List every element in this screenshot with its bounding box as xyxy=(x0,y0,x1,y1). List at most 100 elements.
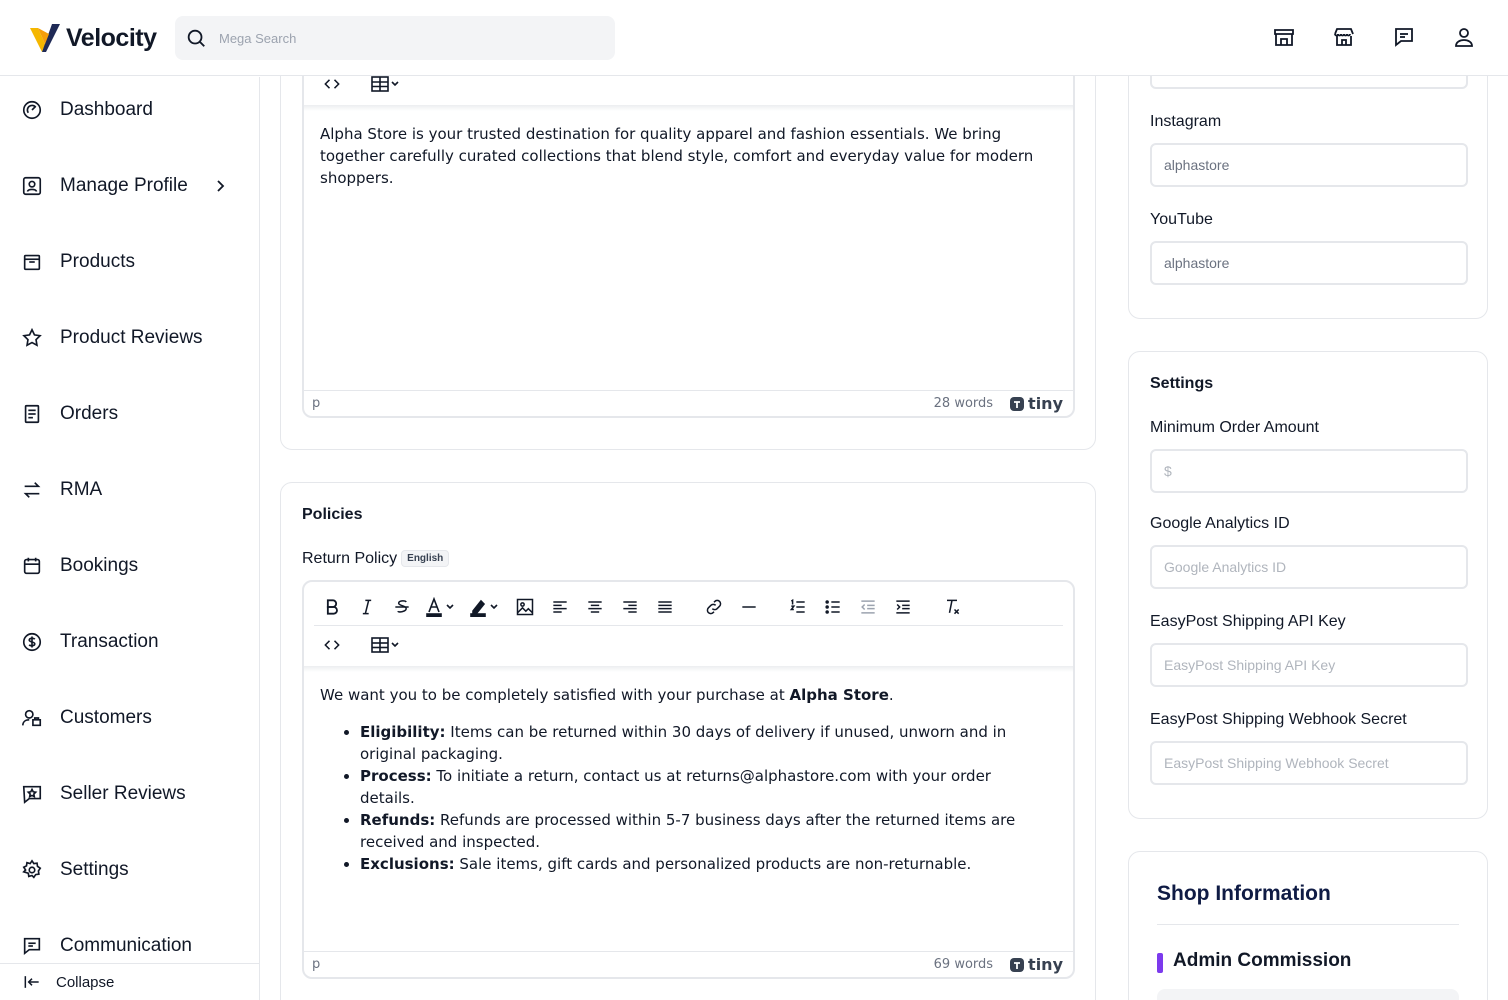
easypost-webhook-input[interactable] xyxy=(1150,741,1468,785)
store-icon[interactable] xyxy=(1272,25,1296,49)
horizontal-rule-button[interactable] xyxy=(731,592,766,622)
google-analytics-input[interactable] xyxy=(1150,545,1468,589)
sidebar-item-label: Transaction xyxy=(60,631,159,652)
sidebar-item-dashboard[interactable]: Dashboard xyxy=(0,90,259,130)
about-editor-content[interactable]: Alpha Store is your trusted destination … xyxy=(320,123,1049,189)
numbered-list-icon xyxy=(789,598,805,613)
return-policy-editor[interactable]: We want you to be completely satisfied w… xyxy=(302,580,1075,979)
strikethrough-button[interactable] xyxy=(384,592,419,622)
strikethrough-icon xyxy=(394,600,409,613)
sidebar-item-label: Products xyxy=(60,251,135,272)
sidebar: Dashboard Manage Profile Products Produc… xyxy=(0,77,260,1000)
sidebar-item-communication[interactable]: Communication xyxy=(0,926,259,966)
italic-button[interactable] xyxy=(349,592,384,622)
youtube-input[interactable] xyxy=(1150,241,1468,285)
return-policy-label: Return Policy English xyxy=(302,550,450,568)
return-policy-content[interactable]: We want you to be completely satisfied w… xyxy=(320,684,1049,875)
min-order-amount-input[interactable] xyxy=(1150,449,1468,493)
brand-logo[interactable]: Velocity xyxy=(28,22,157,54)
list-item: Eligibility: Items can be returned withi… xyxy=(360,721,1049,765)
chevron-right-icon xyxy=(217,180,225,192)
tiny-brand[interactable]: tiny xyxy=(1009,955,1063,974)
link-icon xyxy=(706,599,721,615)
orders-icon xyxy=(21,403,43,425)
sidebar-item-products[interactable]: Products xyxy=(0,242,259,282)
products-icon xyxy=(21,251,43,273)
table-icon xyxy=(371,637,399,653)
search-icon xyxy=(187,29,205,47)
profile-icon xyxy=(21,175,43,197)
tiny-logo-icon xyxy=(1010,396,1025,411)
element-path[interactable]: p xyxy=(312,396,934,411)
user-icon[interactable] xyxy=(1452,25,1476,49)
source-code-button[interactable] xyxy=(314,630,349,660)
sidebar-item-rma[interactable]: RMA xyxy=(0,470,259,510)
bullet-list-button[interactable] xyxy=(815,592,850,622)
about-editor[interactable]: Alpha Store is your trusted destination … xyxy=(302,51,1075,418)
language-badge: English xyxy=(401,550,450,567)
insert-image-button[interactable] xyxy=(507,592,542,622)
indent-icon xyxy=(895,600,910,614)
indent-button[interactable] xyxy=(885,592,920,622)
shop-icon[interactable] xyxy=(1332,25,1356,49)
align-right-icon xyxy=(622,601,637,613)
horizontal-line-icon xyxy=(741,606,756,608)
editor-statusbar: p 69 words tiny xyxy=(304,951,1073,977)
youtube-label: YouTube xyxy=(1150,211,1213,228)
sidebar-item-customers[interactable]: Customers xyxy=(0,698,259,738)
highlight-icon xyxy=(470,599,498,617)
about-card: Alpha Store is your trusted destination … xyxy=(280,40,1096,450)
sidebar-item-seller-reviews[interactable]: Seller Reviews xyxy=(0,774,259,814)
easypost-api-key-label: EasyPost Shipping API Key xyxy=(1150,613,1346,630)
sidebar-item-manage-profile[interactable]: Manage Profile xyxy=(0,166,259,206)
swap-icon xyxy=(21,479,43,501)
brand-name: Velocity xyxy=(66,23,157,52)
word-count[interactable]: 28 words xyxy=(934,396,993,411)
search-input[interactable] xyxy=(219,30,599,46)
word-count[interactable]: 69 words xyxy=(934,957,993,972)
align-center-button[interactable] xyxy=(577,592,612,622)
dashboard-icon xyxy=(21,99,43,121)
bullet-list-icon xyxy=(824,600,840,614)
numbered-list-button[interactable] xyxy=(780,592,815,622)
list-item: Refunds: Refunds are processed within 5-… xyxy=(360,809,1049,853)
align-right-button[interactable] xyxy=(612,592,647,622)
collapse-label: Collapse xyxy=(56,973,115,991)
text-color-button[interactable] xyxy=(419,592,463,622)
instagram-input[interactable] xyxy=(1150,143,1468,187)
sidebar-item-orders[interactable]: Orders xyxy=(0,394,259,434)
sidebar-item-label: Bookings xyxy=(60,555,139,576)
easypost-api-key-input[interactable] xyxy=(1150,643,1468,687)
sidebar-item-settings[interactable]: Settings xyxy=(0,850,259,890)
chat-icon xyxy=(21,935,43,957)
divider xyxy=(1157,924,1459,925)
tiny-brand[interactable]: tiny xyxy=(1009,394,1063,413)
highlight-color-button[interactable] xyxy=(463,592,507,622)
list-item: Exclusions: Sale items, gift cards and p… xyxy=(360,853,1049,875)
collapse-button[interactable]: Collapse xyxy=(0,963,259,1000)
insert-link-button[interactable] xyxy=(696,592,731,622)
mega-search[interactable] xyxy=(175,16,615,60)
message-icon[interactable] xyxy=(1392,25,1416,49)
google-analytics-label: Google Analytics ID xyxy=(1150,515,1290,532)
outdent-button[interactable] xyxy=(850,592,885,622)
instagram-label: Instagram xyxy=(1150,113,1222,130)
min-order-amount-label: Minimum Order Amount xyxy=(1150,419,1319,436)
element-path[interactable]: p xyxy=(312,957,934,972)
justify-icon xyxy=(657,601,672,613)
sidebar-item-transaction[interactable]: Transaction xyxy=(0,622,259,662)
customers-icon xyxy=(21,707,43,729)
clear-formatting-button[interactable] xyxy=(934,592,969,622)
sidebar-item-bookings[interactable]: Bookings xyxy=(0,546,259,586)
section-accent-bar xyxy=(1157,953,1163,973)
image-icon xyxy=(516,598,533,616)
justify-button[interactable] xyxy=(647,592,682,622)
sidebar-item-label: Dashboard xyxy=(60,99,153,120)
sidebar-item-product-reviews[interactable]: Product Reviews xyxy=(0,318,259,358)
top-header: Velocity xyxy=(0,0,1508,76)
easypost-webhook-label: EasyPost Shipping Webhook Secret xyxy=(1150,711,1407,728)
table-button[interactable] xyxy=(363,630,407,660)
align-left-button[interactable] xyxy=(542,592,577,622)
sidebar-item-label: Settings xyxy=(60,859,129,880)
bold-button[interactable] xyxy=(314,592,349,622)
